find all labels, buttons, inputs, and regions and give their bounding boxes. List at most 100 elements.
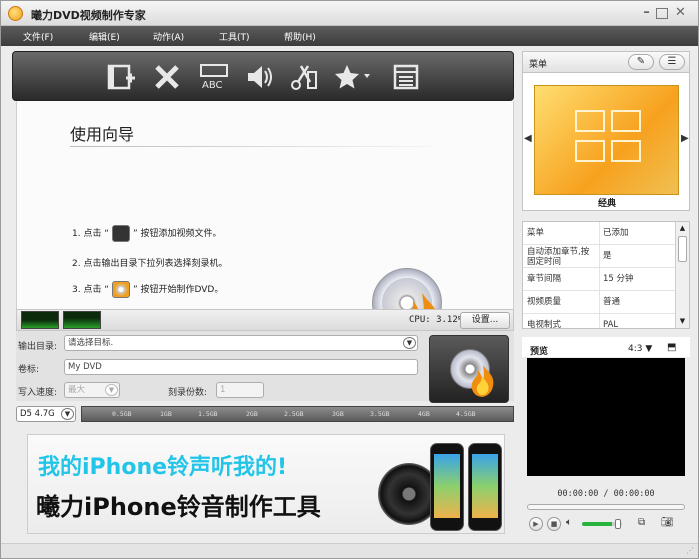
disc-type-value: D5 4.7G xyxy=(20,409,55,419)
property-key: 视频质量 xyxy=(527,297,562,307)
output-dir-select[interactable]: 请选择目标. ▼ xyxy=(64,335,418,351)
menu-bar: 文件(F) 编辑(E) 动作(A) 工具(T) 帮助(H) xyxy=(1,26,698,46)
guide-step-1: 1. 点击 “ ” 按钮添加视频文件。 xyxy=(72,225,222,242)
menu-tools[interactable]: 工具(T) xyxy=(219,30,250,43)
banner-product-name: 曦力iPhone铃音制作工具 xyxy=(36,493,321,521)
chevron-down-icon: ▼ xyxy=(61,408,74,420)
guide-step-3: 3. 点击 “ ” 按钮开始制作DVD。 xyxy=(72,281,223,298)
audio-icon[interactable] xyxy=(244,62,276,92)
menu-panel-header: 菜单 ✎ ☰ xyxy=(522,51,690,73)
write-speed-select[interactable]: 最大 ▼ xyxy=(64,382,120,398)
capacity-tick: 3GB xyxy=(332,410,344,418)
volume-input[interactable]: My DVD xyxy=(64,359,418,375)
output-dir-label: 输出目录: xyxy=(18,342,58,352)
effect-icon[interactable] xyxy=(333,62,373,92)
output-dir-value: 请选择目标. xyxy=(68,338,114,348)
table-row[interactable]: 章节间隔 15 分钟 xyxy=(523,268,675,291)
preview-header: 预览 4:3 ▼ ⬒ xyxy=(522,337,690,357)
main-panel: ABC 使用向导 1. 点击 “ ” 按钮添加视频文件。 2. 点击输出目录下拉列… xyxy=(12,51,516,545)
volume-value: My DVD xyxy=(68,362,102,372)
table-row[interactable]: 菜单 已添加 xyxy=(523,222,675,245)
table-row[interactable]: 自动添加章节,按固定时间 是 xyxy=(523,245,675,268)
table-row[interactable]: 电视制式 PAL xyxy=(523,314,675,328)
next-template-icon[interactable]: ▶ xyxy=(681,133,689,144)
app-logo-icon xyxy=(8,6,23,21)
cpu-usage: CPU: 3.12% xyxy=(409,315,464,325)
cpu-meter xyxy=(21,311,59,329)
template-frame xyxy=(575,110,605,132)
close-button[interactable]: ✕ xyxy=(673,6,688,21)
disc-capacity-bar: 0.5GB 1GB 1.5GB 2GB 2.5GB 3GB 3.5GB 4GB … xyxy=(81,406,514,422)
template-frame xyxy=(611,110,641,132)
volume-handle[interactable] xyxy=(615,519,621,529)
subtitle-icon-text: ABC xyxy=(202,80,223,91)
capacity-tick: 2GB xyxy=(246,410,258,418)
ad-banner[interactable]: 我的iPhone铃声听我的! 曦力iPhone铃音制作工具 xyxy=(27,434,505,534)
prev-template-icon[interactable]: ◀ xyxy=(524,133,532,144)
scroll-up-icon[interactable]: ▲ xyxy=(677,224,688,232)
subtitle-icon[interactable]: ABC xyxy=(198,62,230,92)
menu-action[interactable]: 动作(A) xyxy=(153,30,184,43)
capacity-tick: 3.5GB xyxy=(370,410,390,418)
app-window: 曦力DVD视频制作专家 – ✕ 文件(F) 编辑(E) 动作(A) 工具(T) … xyxy=(0,0,699,559)
add-video-icon xyxy=(111,225,130,242)
guide-step-1-text: ” 按钮添加视频文件。 xyxy=(132,229,222,239)
settings-button[interactable]: 设置... xyxy=(460,312,510,329)
menu-file[interactable]: 文件(F) xyxy=(23,30,53,43)
maximize-button[interactable] xyxy=(656,8,668,19)
playback-time: 00:00:00 / 00:00:00 xyxy=(557,489,655,499)
write-speed-label: 写入速度: xyxy=(18,388,58,398)
scrollbar[interactable]: ▲ ▼ xyxy=(675,222,689,328)
menu-list-button[interactable]: ☰ xyxy=(659,54,685,70)
menu-template-area: ◀ 经典 ▶ xyxy=(522,73,690,211)
disc-type-select[interactable]: D5 4.7G ▼ xyxy=(16,406,76,422)
template-name: 经典 xyxy=(597,199,616,209)
volume-icon[interactable]: 🔈︎ xyxy=(566,517,572,528)
menu-edit[interactable]: 编辑(E) xyxy=(89,30,120,43)
copies-value: 1 xyxy=(220,385,226,395)
snapshot-folder-icon[interactable]: ⬒ xyxy=(667,342,676,353)
scrollbar-thumb[interactable] xyxy=(678,236,687,262)
property-key: 章节间隔 xyxy=(527,274,562,284)
burn-button[interactable] xyxy=(429,335,509,403)
window-title: 曦力DVD视频制作专家 xyxy=(31,9,146,22)
table-row[interactable]: 视频质量 普通 xyxy=(523,291,675,314)
trim-icon[interactable] xyxy=(288,62,320,92)
edit-menu-button[interactable]: ✎ xyxy=(628,54,654,70)
divider xyxy=(70,146,430,147)
aspect-ratio-select[interactable]: 4:3 ▼ xyxy=(628,344,652,354)
stop-button[interactable]: ■ xyxy=(547,517,561,531)
scroll-down-icon[interactable]: ▼ xyxy=(677,317,688,325)
property-value: PAL xyxy=(599,314,675,328)
properties-table: 菜单 已添加 自动添加章节,按固定时间 是 章节间隔 15 分钟 视频质量 普通… xyxy=(522,221,690,329)
property-value: 15 分钟 xyxy=(599,268,675,290)
menu-panel-title: 菜单 xyxy=(529,60,548,70)
camera-icon[interactable]: 📷︎ xyxy=(661,517,674,528)
minimize-button[interactable]: – xyxy=(639,6,654,21)
cpu-meter xyxy=(63,311,101,329)
copies-stepper[interactable]: 1 xyxy=(216,382,264,398)
copies-label: 刻录份数: xyxy=(168,388,208,398)
capacity-tick: 4.5GB xyxy=(456,410,476,418)
phone-icon xyxy=(430,443,464,531)
property-value: 已添加 xyxy=(599,222,675,244)
guide-step-3-text: ” 按钮开始制作DVD。 xyxy=(132,285,224,295)
status-bar: ⋰ xyxy=(1,543,698,558)
chapter-icon[interactable] xyxy=(391,62,423,92)
seek-bar[interactable] xyxy=(527,504,685,510)
flame-icon xyxy=(471,365,494,397)
play-button[interactable]: ▶ xyxy=(529,517,543,531)
title-bar: 曦力DVD视频制作专家 – ✕ xyxy=(1,1,698,26)
property-key: 菜单 xyxy=(527,228,545,238)
menu-help[interactable]: 帮助(H) xyxy=(284,30,316,43)
guide-step-1-prefix: 1. 点击 “ xyxy=(72,229,109,239)
guide-step-2: 2. 点击输出目录下拉列表选择刻录机。 xyxy=(72,259,228,269)
template-frame xyxy=(611,140,641,162)
delete-icon[interactable] xyxy=(152,62,184,92)
capacity-tick: 0.5GB xyxy=(112,410,132,418)
resize-grip-icon[interactable]: ⋰ xyxy=(686,546,694,555)
guide-title: 使用向导 xyxy=(70,125,135,144)
add-video-icon[interactable] xyxy=(106,62,138,92)
menu-template-thumbnail[interactable] xyxy=(534,85,679,195)
split-icon[interactable]: ⧉ xyxy=(638,517,645,528)
